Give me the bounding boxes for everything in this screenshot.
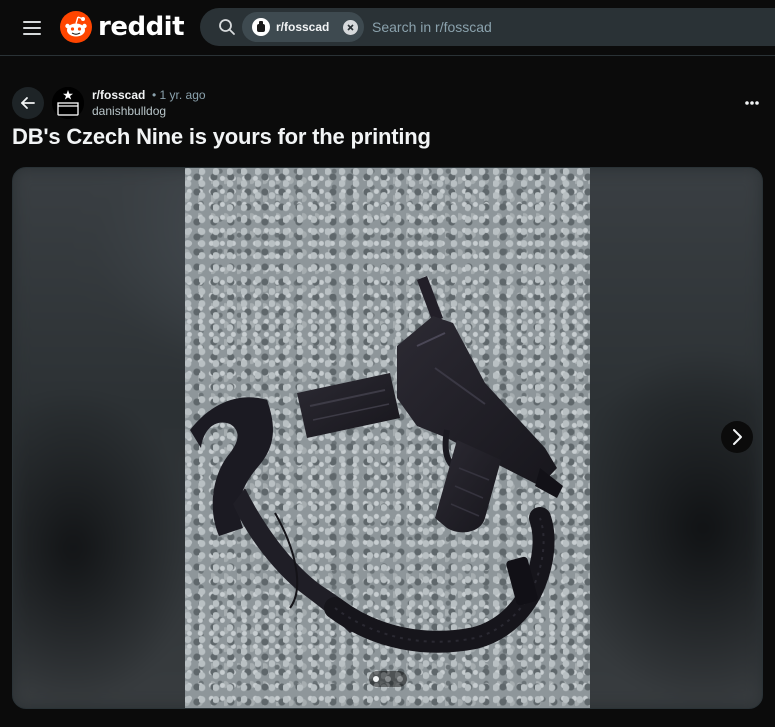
pagination-dot-active: [373, 676, 379, 682]
search-bar[interactable]: r/fosscad Search in r/fosscad: [200, 8, 775, 46]
post-timestamp: • 1 yr. ago: [152, 88, 206, 102]
top-navigation-bar: reddit r/fosscad Search in r/fosscad: [0, 0, 775, 56]
close-icon[interactable]: [343, 19, 359, 35]
ellipsis-icon[interactable]: [740, 94, 764, 110]
post-image[interactable]: [185, 168, 590, 708]
pagination-dot: [397, 676, 403, 682]
search-icon: [219, 19, 235, 35]
reddit-wordmark: reddit: [98, 12, 185, 42]
image-gallery[interactable]: [12, 167, 763, 709]
back-button[interactable]: [12, 87, 44, 119]
subreddit-filter-chip[interactable]: r/fosscad: [242, 12, 364, 42]
next-image-button[interactable]: [721, 421, 753, 453]
post-title: DB's Czech Nine is yours for the printin…: [12, 124, 431, 149]
search-input[interactable]: Search in r/fosscad: [372, 19, 492, 35]
subreddit-avatar-icon: [252, 18, 270, 36]
subreddit-avatar[interactable]: [52, 87, 84, 119]
pagination-dot: [385, 676, 391, 682]
arrow-left-icon: [21, 97, 35, 109]
reddit-logo[interactable]: reddit: [60, 11, 185, 43]
subreddit-link[interactable]: r/fosscad: [92, 88, 145, 102]
reddit-snoo-icon: [60, 11, 92, 43]
chip-label: r/fosscad: [276, 20, 330, 34]
subreddit-logo-icon: [52, 87, 84, 119]
chevron-right-icon: [733, 429, 742, 445]
gallery-pagination: [369, 671, 407, 687]
author-link[interactable]: danishbulldog: [92, 104, 166, 118]
hamburger-icon[interactable]: [20, 16, 44, 40]
